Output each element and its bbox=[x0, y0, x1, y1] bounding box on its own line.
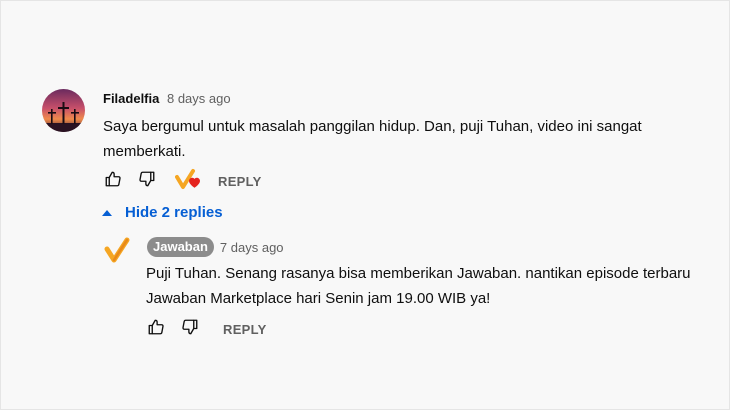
reply-button[interactable]: REPLY bbox=[223, 322, 267, 337]
thumbs-down-icon bbox=[181, 318, 199, 341]
hide-replies-label: Hide 2 replies bbox=[125, 204, 223, 221]
thumbs-down-icon bbox=[138, 170, 156, 193]
reply-button[interactable]: REPLY bbox=[218, 174, 262, 189]
reply-actions: REPLY bbox=[144, 317, 267, 341]
hide-replies-button[interactable]: Hide 2 replies bbox=[102, 204, 223, 221]
like-button[interactable] bbox=[144, 317, 168, 341]
comment-header: Filadelfia 8 days ago bbox=[103, 91, 231, 107]
jawaban-logo-icon bbox=[102, 237, 132, 269]
dislike-button[interactable] bbox=[135, 169, 159, 193]
dislike-button[interactable] bbox=[178, 317, 202, 341]
reply-avatar[interactable] bbox=[102, 235, 132, 265]
like-button[interactable] bbox=[101, 169, 125, 193]
comment-timestamp[interactable]: 8 days ago bbox=[167, 91, 231, 106]
reply-author-badge[interactable]: Jawaban bbox=[147, 237, 214, 257]
thumbs-up-icon bbox=[147, 318, 165, 341]
comment-author[interactable]: Filadelfia bbox=[103, 91, 159, 106]
comment-thread: Filadelfia 8 days ago Saya bergumul untu… bbox=[0, 0, 730, 410]
creator-heart-icon bbox=[175, 167, 201, 196]
avatar[interactable] bbox=[42, 89, 85, 132]
reply-timestamp[interactable]: 7 days ago bbox=[220, 240, 284, 255]
reply-text: Puji Tuhan. Senang rasanya bisa memberik… bbox=[146, 265, 691, 307]
comment-actions: REPLY bbox=[101, 167, 262, 196]
reply-header: Jawaban 7 days ago bbox=[147, 237, 284, 257]
chevron-up-icon bbox=[102, 210, 112, 216]
comment-text: Saya bergumul untuk masalah panggilan hi… bbox=[103, 118, 642, 160]
creator-heart bbox=[175, 167, 201, 196]
thumbs-up-icon bbox=[104, 170, 122, 193]
